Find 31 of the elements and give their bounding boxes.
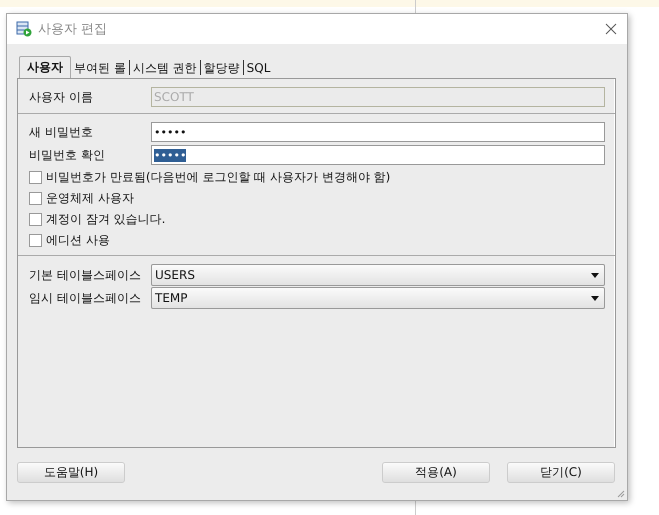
field-label: 새 비밀번호 (29, 124, 94, 140)
checkbox-label: 에디션 사용 (46, 232, 110, 248)
close-icon[interactable] (605, 23, 617, 35)
dropdown-caret-icon (591, 296, 599, 300)
field-label: 임시 테이블스페이스 (29, 290, 142, 306)
checkbox[interactable] (29, 212, 42, 226)
dropdown[interactable]: USERS (151, 264, 605, 286)
field-label: 기본 테이블스페이스 (29, 266, 142, 284)
tab[interactable]: 부여된 롤 (71, 58, 129, 78)
dialog-button[interactable]: 적용(A) (382, 462, 490, 483)
window-title: 사용자 편집 (38, 21, 108, 38)
field-label: 비밀번호 확인 (29, 146, 106, 164)
checkbox[interactable] (29, 234, 42, 246)
help-button[interactable]: 도움말(H) (17, 462, 125, 483)
password-field[interactable]: ••••• (151, 122, 605, 142)
password-field[interactable]: ••••• (151, 145, 605, 165)
table-run-icon (16, 21, 32, 37)
field-label: 사용자 이름 (29, 88, 94, 106)
checkbox-label: 운영체제 사용자 (46, 190, 134, 206)
checkbox-label: 비밀번호가 만료됨(다음번에 로그인할 때 사용자가 변경해야 함) (46, 168, 390, 186)
tab[interactable]: 시스템 권한 (130, 58, 200, 78)
dropdown[interactable]: TEMP (151, 287, 605, 309)
checkbox-label: 계정이 잠겨 있습니다. (46, 210, 166, 228)
tab[interactable]: 할당량 (200, 58, 243, 78)
tab[interactable]: 사용자 (19, 56, 71, 78)
tab[interactable]: SQL (244, 58, 274, 78)
dropdown-caret-icon (591, 272, 599, 278)
checkbox[interactable] (29, 192, 42, 204)
resize-grip-icon[interactable] (616, 489, 625, 498)
checkbox[interactable] (29, 170, 42, 184)
dialog-button[interactable]: 닫기(C) (507, 462, 615, 483)
